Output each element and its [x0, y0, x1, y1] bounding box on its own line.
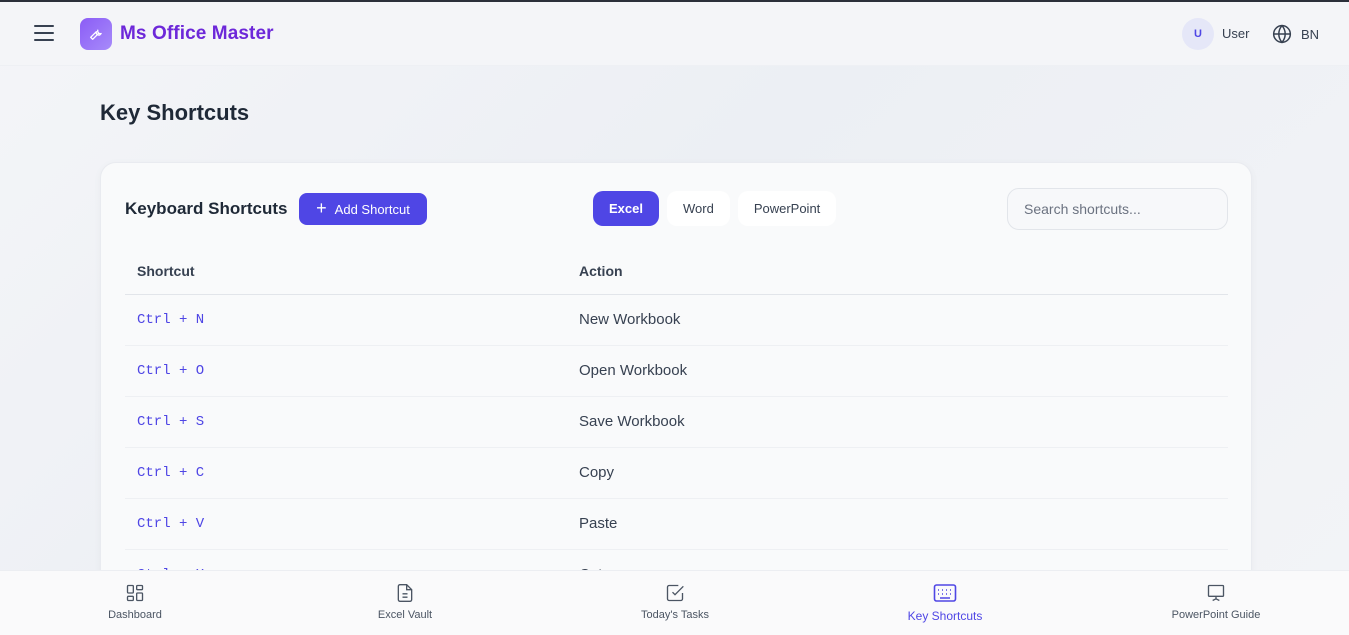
table-row[interactable]: Ctrl + O Open Workbook: [125, 345, 1228, 397]
shortcuts-table: Shortcut Action Ctrl + N New Workbook Ct…: [125, 249, 1228, 601]
action-cell: Copy: [567, 447, 1228, 499]
app-tabs: Excel Word PowerPoint: [593, 191, 837, 226]
top-header: Ms Office Master U User BN: [0, 2, 1349, 66]
tab-word[interactable]: Word: [666, 191, 730, 226]
nav-powerpoint-guide[interactable]: PowerPoint Guide: [1151, 583, 1281, 621]
nav-label: Dashboard: [108, 609, 162, 621]
shortcut-cell: Ctrl + C: [125, 447, 567, 499]
table-header-row: Shortcut Action: [125, 249, 1228, 295]
shortcut-cell: Ctrl + N: [125, 294, 567, 346]
nav-label: Today's Tasks: [641, 609, 709, 621]
column-header-shortcut: Shortcut: [125, 249, 567, 295]
checkbox-icon: [666, 584, 684, 602]
table-row[interactable]: Ctrl + C Copy: [125, 447, 1228, 499]
nav-label: PowerPoint Guide: [1171, 609, 1261, 621]
user-avatar[interactable]: U: [1182, 18, 1214, 50]
shortcuts-card: Keyboard Shortcuts + Add Shortcut Excel …: [100, 162, 1252, 622]
nav-label: Key Shortcuts: [907, 609, 983, 623]
card-title: Keyboard Shortcuts: [125, 199, 288, 218]
user-name[interactable]: User: [1222, 26, 1249, 41]
globe-icon: [1272, 24, 1292, 44]
keyboard-icon: [933, 584, 957, 602]
nav-key-shortcuts[interactable]: Key Shortcuts: [880, 583, 1010, 623]
plus-icon: +: [316, 198, 327, 218]
dashboard-icon: [126, 584, 144, 602]
app-title[interactable]: Ms Office Master: [120, 23, 274, 45]
nav-todays-tasks[interactable]: Today's Tasks: [610, 583, 740, 621]
tab-powerpoint[interactable]: PowerPoint: [737, 191, 837, 226]
table-row[interactable]: Ctrl + V Paste: [125, 498, 1228, 550]
tab-excel[interactable]: Excel: [593, 191, 659, 226]
add-shortcut-label: Add Shortcut: [334, 201, 410, 217]
app-logo-wrench-icon[interactable]: [80, 18, 112, 50]
action-cell: Open Workbook: [567, 345, 1228, 397]
nav-excel-vault[interactable]: Excel Vault: [340, 583, 470, 621]
action-cell: New Workbook: [567, 294, 1228, 346]
search-input[interactable]: [1007, 188, 1228, 230]
shortcut-cell: Ctrl + S: [125, 396, 567, 448]
table-row[interactable]: Ctrl + N New Workbook: [125, 294, 1228, 346]
add-shortcut-button[interactable]: + Add Shortcut: [299, 193, 427, 225]
table-row[interactable]: Ctrl + S Save Workbook: [125, 396, 1228, 448]
shortcut-cell: Ctrl + V: [125, 498, 567, 550]
nav-dashboard[interactable]: Dashboard: [70, 583, 200, 621]
presentation-icon: [1207, 584, 1225, 602]
shortcut-cell: Ctrl + O: [125, 345, 567, 397]
column-header-action: Action: [567, 249, 1228, 295]
bottom-navigation: Dashboard Excel Vault Today's Tasks Key …: [0, 570, 1349, 635]
file-icon: [397, 584, 413, 602]
nav-label: Excel Vault: [377, 609, 433, 621]
page-title: Key Shortcuts: [100, 100, 250, 125]
action-cell: Save Workbook: [567, 396, 1228, 448]
language-switcher[interactable]: BN: [1272, 24, 1319, 44]
hamburger-menu-icon[interactable]: [34, 25, 54, 43]
action-cell: Paste: [567, 498, 1228, 550]
language-code: BN: [1301, 26, 1320, 42]
